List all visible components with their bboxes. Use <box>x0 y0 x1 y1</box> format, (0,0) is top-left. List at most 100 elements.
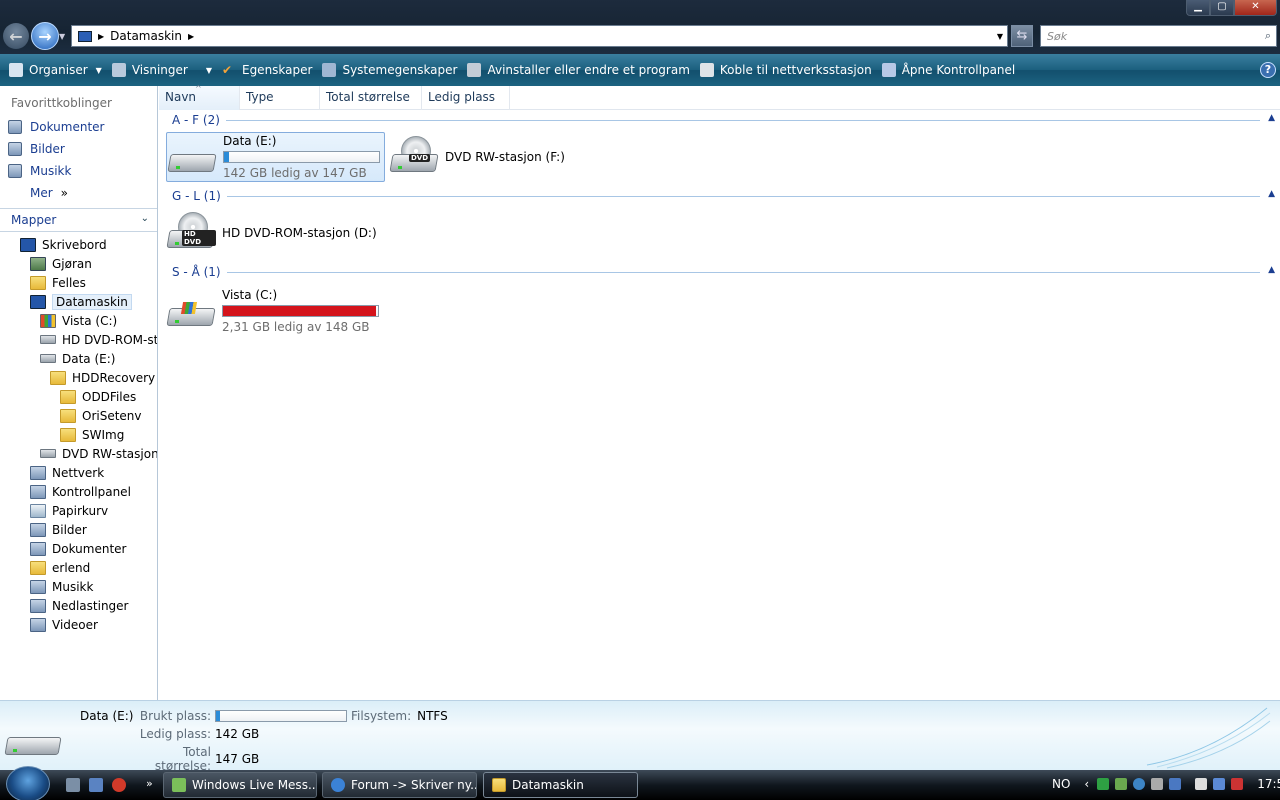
tray-app-icon[interactable] <box>1213 778 1226 790</box>
tree-item-hddrecovery[interactable]: HDDRecovery <box>0 368 157 387</box>
close-button[interactable]: ✕ <box>1234 0 1277 16</box>
tree-item-orisetenv[interactable]: OriSetenv <box>0 406 157 425</box>
tree-item-skrivebord[interactable]: Skrivebord <box>0 235 157 254</box>
tree-item-musikk[interactable]: Musikk <box>0 577 157 596</box>
column-total-size[interactable]: Total størrelse <box>320 85 422 110</box>
music-icon <box>8 164 22 178</box>
drive-tile-vista-c[interactable]: Vista (C:) 2,31 GB ledig av 148 GB <box>166 286 379 336</box>
tree-label: ODDFiles <box>82 389 137 404</box>
drive-name: DVD RW-stasjon (F:) <box>445 150 565 164</box>
tray-expand-icon[interactable]: ‹ <box>1084 777 1089 791</box>
tray-app-icon[interactable] <box>1231 778 1244 790</box>
group-header-g-l[interactable]: G - L (1) ▲ <box>172 187 1280 205</box>
tree-item-kontrollpanel[interactable]: Kontrollpanel <box>0 482 157 501</box>
tray-app-icon[interactable] <box>1097 778 1110 790</box>
drive-name: Vista (C:) <box>222 288 278 302</box>
tree-item-gjoran[interactable]: Gjøran <box>0 254 157 273</box>
tree-item-papirkurv[interactable]: Papirkurv <box>0 501 157 520</box>
tree-item-data-e[interactable]: Data (E:) <box>0 349 157 368</box>
maximize-button[interactable]: ▢ <box>1210 0 1234 16</box>
language-indicator[interactable]: NO <box>1052 777 1070 791</box>
tree-item-vista-c[interactable]: Vista (C:) <box>0 311 157 330</box>
tree-item-nettverk[interactable]: Nettverk <box>0 463 157 482</box>
column-label: Type <box>246 89 274 104</box>
power-icon[interactable] <box>1195 778 1208 790</box>
system-properties-button[interactable]: Systemegenskaper <box>317 58 462 82</box>
tree-label: Dokumenter <box>52 541 127 556</box>
column-free-space[interactable]: Ledig plass <box>422 85 510 110</box>
drive-tile-hddvd-d[interactable]: HD DVD HD DVD-ROM-stasjon (D:) <box>166 210 377 256</box>
messenger-tray-icon[interactable] <box>1115 778 1128 790</box>
address-bar[interactable]: ▶ Datamaskin ▶ ▼ <box>71 25 1008 47</box>
drive-usage-fill <box>223 306 376 316</box>
address-dropdown-icon[interactable]: ▼ <box>997 32 1003 41</box>
favorite-label: Dokumenter <box>30 120 105 134</box>
volume-icon[interactable] <box>1151 778 1164 790</box>
tree-item-swimg[interactable]: SWImg <box>0 425 157 444</box>
folders-header[interactable]: Mapper ⌄ <box>0 208 157 232</box>
favorite-dokumenter[interactable]: Dokumenter <box>0 116 157 138</box>
details-drive-name: Data (E:) <box>80 709 134 723</box>
hddvd-drive-icon: HD DVD <box>166 212 216 254</box>
group-header-a-f[interactable]: A - F (2) ▲ <box>172 111 1280 129</box>
switch-windows-icon[interactable] <box>89 778 103 792</box>
clock[interactable]: 17:50 <box>1257 777 1280 791</box>
column-name[interactable]: Navn ^ <box>159 84 240 110</box>
collapse-icon[interactable]: ▲ <box>1268 265 1275 275</box>
breadcrumb-arrow-icon[interactable]: ▶ <box>188 32 194 41</box>
tree-item-hddvd[interactable]: HD DVD-ROM-sta <box>0 330 157 349</box>
help-button[interactable]: ? <box>1260 62 1276 78</box>
show-desktop-icon[interactable] <box>66 778 80 792</box>
tree-item-videoer[interactable]: Videoer <box>0 615 157 634</box>
group-header-s-a[interactable]: S - Å (1) ▲ <box>172 263 1280 281</box>
back-button[interactable]: ← <box>3 23 29 49</box>
start-button[interactable] <box>6 766 50 800</box>
favorite-musikk[interactable]: Musikk <box>0 160 157 182</box>
favorite-bilder[interactable]: Bilder <box>0 138 157 160</box>
favorite-label: Musikk <box>30 164 72 178</box>
breadcrumb-arrow-icon[interactable]: ▶ <box>98 32 104 41</box>
map-network-drive-button[interactable]: Koble til nettverksstasjon <box>695 58 877 82</box>
forward-button[interactable]: → <box>31 22 59 50</box>
tree-item-nedlastinger[interactable]: Nedlastinger <box>0 596 157 615</box>
network-tray-icon[interactable] <box>1169 778 1182 790</box>
decorative-swoosh <box>1146 707 1271 769</box>
taskbar-button-ie-forum[interactable]: Forum -> Skriver ny... <box>322 772 477 798</box>
taskbar-button-datamaskin[interactable]: Datamaskin <box>483 772 638 798</box>
details-total-row: Total størrelse: 147 GB <box>131 745 259 773</box>
collapse-icon[interactable]: ▲ <box>1268 189 1275 199</box>
drive-tile-dvdrw-f[interactable]: DVD DVD RW-stasjon (F:) <box>389 134 565 180</box>
tree-item-felles[interactable]: Felles <box>0 273 157 292</box>
properties-button[interactable]: ✔ Egenskaper <box>217 58 317 82</box>
favorites-header: Favorittkoblinger <box>11 96 112 110</box>
refresh-button[interactable]: ⇆ <box>1011 25 1033 47</box>
app-quicklaunch-icon[interactable] <box>112 778 126 792</box>
column-header-row: Navn ^ Type Total størrelse Ledig plass <box>159 84 1280 110</box>
favorites-more-link[interactable]: Mer » <box>0 182 157 204</box>
quicklaunch-more-icon[interactable]: » <box>146 777 153 790</box>
organize-button[interactable]: Organiser ▼ <box>4 58 107 82</box>
details-usage-bar <box>215 710 347 722</box>
open-control-panel-button[interactable]: Åpne Kontrollpanel <box>877 58 1021 82</box>
taskbar-button-messenger[interactable]: Windows Live Mess... <box>163 772 317 798</box>
computer-icon <box>78 30 92 42</box>
drive-tile-data-e[interactable]: Data (E:) 142 GB ledig av 147 GB <box>166 132 385 182</box>
breadcrumb-datamaskin[interactable]: Datamaskin <box>110 29 182 43</box>
tray-app-icon[interactable] <box>1133 778 1146 790</box>
hard-drive-icon <box>4 719 64 761</box>
recent-pages-dropdown[interactable]: ▼ <box>59 32 65 41</box>
minimize-button[interactable]: ▁ <box>1186 0 1210 16</box>
collapse-icon[interactable]: ▲ <box>1268 113 1275 123</box>
tree-item-erlend[interactable]: erlend <box>0 558 157 577</box>
column-type[interactable]: Type <box>240 85 320 110</box>
desktop-icon <box>20 237 36 252</box>
uninstall-button[interactable]: Avinstaller eller endre et program <box>462 58 694 82</box>
tree-item-oddfiles[interactable]: ODDFiles <box>0 387 157 406</box>
search-icon[interactable]: ⌕ <box>1265 29 1271 43</box>
tree-item-dokumenter[interactable]: Dokumenter <box>0 539 157 558</box>
group-label: G - L (1) <box>172 189 221 203</box>
tree-item-bilder[interactable]: Bilder <box>0 520 157 539</box>
search-input[interactable]: Søk ⌕ <box>1040 25 1277 47</box>
tree-item-dvdrw[interactable]: DVD RW-stasjon ( <box>0 444 157 463</box>
tree-item-datamaskin[interactable]: Datamaskin <box>0 292 157 311</box>
